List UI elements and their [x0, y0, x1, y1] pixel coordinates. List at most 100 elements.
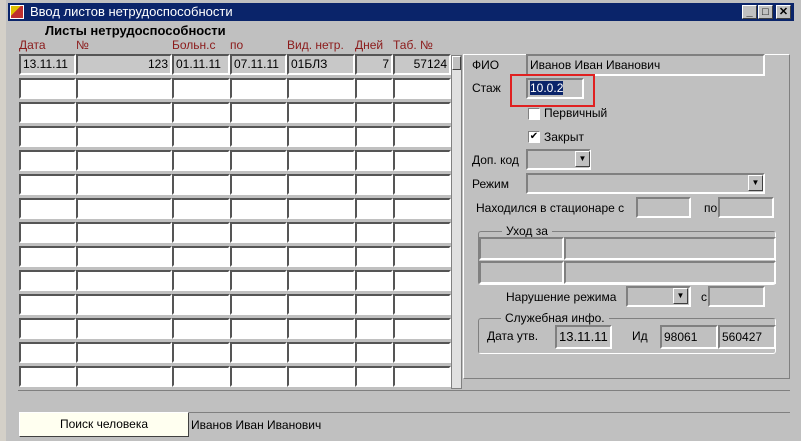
cell-number[interactable] — [76, 270, 172, 291]
cell-days[interactable] — [355, 78, 393, 99]
primary-checkbox[interactable] — [528, 108, 540, 120]
cell-sick-to[interactable] — [230, 318, 287, 339]
cell-type[interactable] — [287, 342, 355, 363]
cell-tab-number[interactable] — [393, 150, 451, 171]
cell-sick-from[interactable] — [172, 102, 230, 123]
cell-tab-number[interactable]: 57124 — [393, 54, 451, 75]
cell-type[interactable] — [287, 198, 355, 219]
cell-type[interactable] — [287, 318, 355, 339]
hospital-to-field[interactable] — [718, 197, 774, 218]
care-field-1a[interactable] — [479, 237, 564, 260]
cell-sick-from[interactable] — [172, 150, 230, 171]
cell-date[interactable] — [19, 294, 76, 315]
cell-tab-number[interactable] — [393, 294, 451, 315]
cell-tab-number[interactable] — [393, 366, 451, 387]
cell-sick-to[interactable]: 07.11.11 — [230, 54, 287, 75]
cell-tab-number[interactable] — [393, 342, 451, 363]
cell-tab-number[interactable] — [393, 102, 451, 123]
care-field-2a[interactable] — [479, 261, 564, 284]
cell-number[interactable] — [76, 126, 172, 147]
cell-number[interactable] — [76, 366, 172, 387]
cell-tab-number[interactable] — [393, 246, 451, 267]
cell-sick-to[interactable] — [230, 294, 287, 315]
cell-date[interactable] — [19, 222, 76, 243]
cell-date[interactable] — [19, 78, 76, 99]
cell-date[interactable] — [19, 174, 76, 195]
cell-tab-number[interactable] — [393, 78, 451, 99]
stazh-field[interactable]: 10.0.2 — [526, 78, 584, 99]
cell-number[interactable] — [76, 222, 172, 243]
cell-sick-from[interactable] — [172, 78, 230, 99]
cell-sick-to[interactable] — [230, 78, 287, 99]
cell-sick-from[interactable] — [172, 318, 230, 339]
cell-number[interactable] — [76, 246, 172, 267]
cell-sick-from[interactable]: 01.11.11 — [172, 54, 230, 75]
cell-number[interactable] — [76, 150, 172, 171]
cell-date[interactable] — [19, 102, 76, 123]
cell-sick-to[interactable] — [230, 366, 287, 387]
cell-sick-from[interactable] — [172, 198, 230, 219]
cell-sick-to[interactable] — [230, 150, 287, 171]
cell-sick-from[interactable] — [172, 246, 230, 267]
chevron-down-icon[interactable]: ▼ — [673, 288, 688, 304]
cell-type[interactable] — [287, 78, 355, 99]
cell-number[interactable] — [76, 342, 172, 363]
cell-days[interactable] — [355, 246, 393, 267]
cell-days[interactable] — [355, 294, 393, 315]
cell-days[interactable]: 7 — [355, 54, 393, 75]
cell-sick-from[interactable] — [172, 270, 230, 291]
cell-date[interactable] — [19, 198, 76, 219]
cell-date[interactable] — [19, 126, 76, 147]
cell-tab-number[interactable] — [393, 126, 451, 147]
cell-sick-to[interactable] — [230, 126, 287, 147]
cell-type[interactable] — [287, 246, 355, 267]
cell-days[interactable] — [355, 198, 393, 219]
care-field-2b[interactable] — [564, 261, 776, 284]
cell-type[interactable] — [287, 294, 355, 315]
rezhim-select[interactable] — [526, 173, 765, 194]
cell-type[interactable] — [287, 102, 355, 123]
cell-date[interactable] — [19, 318, 76, 339]
cell-tab-number[interactable] — [393, 318, 451, 339]
cell-type[interactable] — [287, 150, 355, 171]
chevron-down-icon[interactable]: ▼ — [748, 175, 763, 191]
cell-date[interactable] — [19, 342, 76, 363]
cell-sick-from[interactable] — [172, 366, 230, 387]
cell-number[interactable] — [76, 318, 172, 339]
cell-type[interactable] — [287, 126, 355, 147]
cell-days[interactable] — [355, 102, 393, 123]
close-button[interactable]: ✕ — [776, 5, 791, 19]
cell-number[interactable] — [76, 174, 172, 195]
approve-date-field[interactable]: 13.11.11 — [555, 325, 612, 349]
cell-sick-from[interactable] — [172, 294, 230, 315]
care-field-1b[interactable] — [564, 237, 776, 260]
cell-type[interactable] — [287, 366, 355, 387]
cell-days[interactable] — [355, 318, 393, 339]
cell-sick-to[interactable] — [230, 270, 287, 291]
cell-sick-from[interactable] — [172, 342, 230, 363]
cell-days[interactable] — [355, 270, 393, 291]
cell-sick-from[interactable] — [172, 174, 230, 195]
cell-tab-number[interactable] — [393, 222, 451, 243]
scrollbar-thumb[interactable] — [452, 56, 461, 70]
cell-type[interactable]: 01БЛЗ — [287, 54, 355, 75]
cell-tab-number[interactable] — [393, 174, 451, 195]
maximize-button[interactable]: □ — [758, 5, 773, 19]
cell-sick-to[interactable] — [230, 222, 287, 243]
cell-type[interactable] — [287, 174, 355, 195]
cell-tab-number[interactable] — [393, 270, 451, 291]
cell-date[interactable] — [19, 270, 76, 291]
cell-number[interactable] — [76, 294, 172, 315]
id-field-2[interactable]: 560427 — [718, 325, 776, 349]
cell-date[interactable]: 13.11.11 — [19, 54, 76, 75]
cell-days[interactable] — [355, 222, 393, 243]
closed-checkbox[interactable]: ✔ — [528, 131, 540, 143]
cell-sick-to[interactable] — [230, 198, 287, 219]
cell-number[interactable] — [76, 102, 172, 123]
chevron-down-icon[interactable]: ▼ — [575, 151, 590, 167]
cell-sick-to[interactable] — [230, 342, 287, 363]
violation-from-field[interactable] — [708, 286, 765, 307]
cell-days[interactable] — [355, 366, 393, 387]
cell-date[interactable] — [19, 246, 76, 267]
cell-date[interactable] — [19, 366, 76, 387]
